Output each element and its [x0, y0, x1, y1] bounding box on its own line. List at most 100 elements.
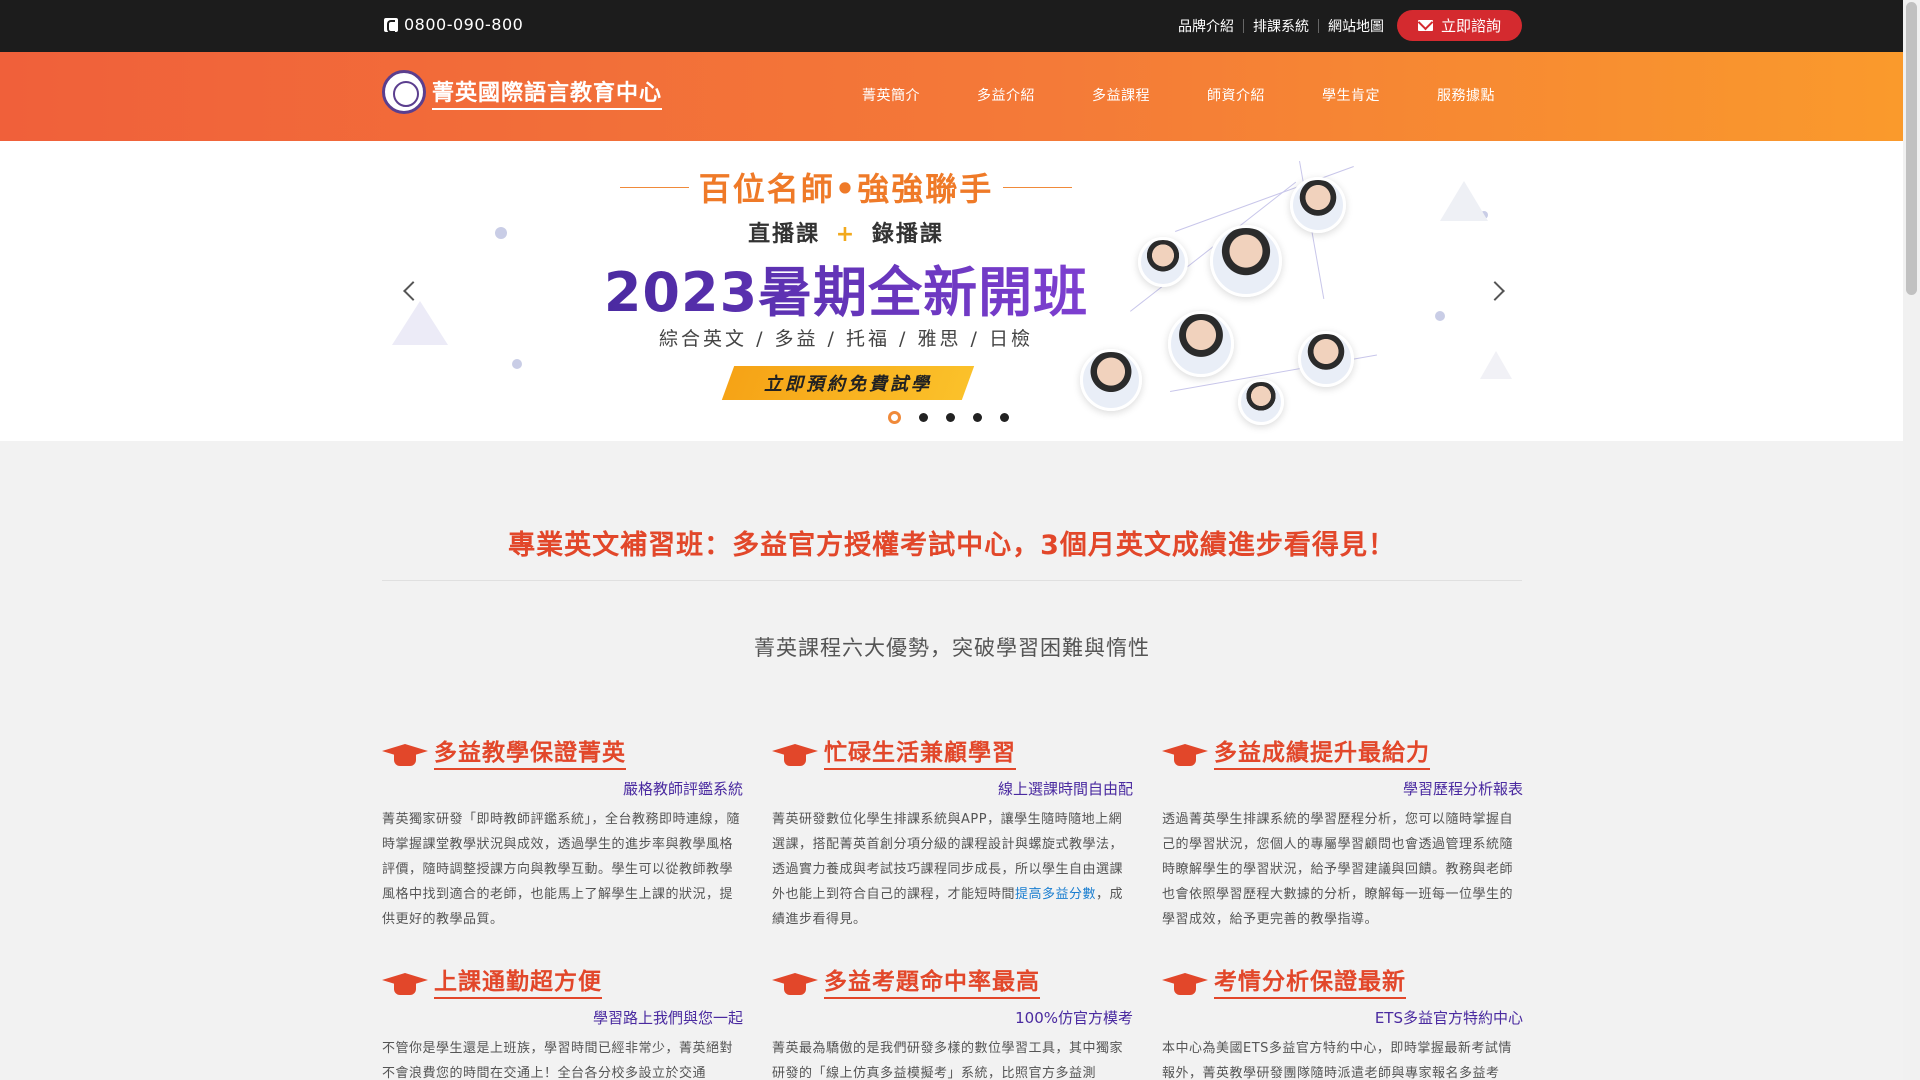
feature-subtitle: 學習路上我們與您一起: [592, 1009, 743, 1027]
hero-carousel: 百位名師•強強聯手 直播課 + 錄播課 2023暑期全新開班 綜合英文 / 多益…: [0, 141, 1903, 441]
phone-number: 0800-090-800: [404, 15, 524, 34]
graduation-cap-icon: [772, 742, 818, 770]
carousel-indicators: [888, 411, 1009, 424]
feature-title[interactable]: 上課通勤超方便: [434, 962, 602, 999]
nav-item-locations[interactable]: 服務據點: [1437, 85, 1552, 105]
decor-dot: [495, 227, 507, 239]
feature-card: 忙碌生活兼顧學習 線上選課時間自由配 菁英研發數位化學生排課系統與APP，讓學生…: [772, 738, 1133, 932]
nav-item-toeic-courses[interactable]: 多益課程: [1092, 85, 1207, 105]
divider: [1318, 19, 1319, 33]
section-divider: [382, 580, 1522, 581]
feature-title[interactable]: 考情分析保證最新: [1214, 962, 1406, 999]
feature-title-row: 多益教學保證菁英: [382, 738, 743, 770]
nav-item-teachers[interactable]: 師資介紹: [1207, 85, 1322, 105]
plus-icon: +: [835, 222, 857, 247]
feature-title-row: 考情分析保證最新: [1162, 967, 1523, 999]
teacher-avatar: [1168, 311, 1234, 377]
feature-title-row: 忙碌生活兼顧學習: [772, 738, 1133, 770]
graduation-cap-icon: [382, 971, 428, 999]
teacher-avatar: [1210, 225, 1282, 297]
graduation-cap-icon: [382, 742, 428, 770]
nav-item-toeic-intro[interactable]: 多益介紹: [977, 85, 1092, 105]
feature-title[interactable]: 多益考題命中率最高: [824, 962, 1040, 999]
logo-emblem-icon: [382, 70, 426, 114]
carousel-dot[interactable]: [973, 413, 982, 422]
consult-button[interactable]: 立即諮詢: [1397, 10, 1522, 41]
page: 0800-090-800 品牌介紹 排課系統 網站地圖 立即諮詢 菁英國際語言教…: [0, 0, 1903, 1080]
hero-subjects: 綜合英文 / 多益 / 托福 / 雅思 / 日檢: [659, 328, 1033, 350]
top-link-schedule[interactable]: 排課系統: [1253, 16, 1309, 36]
carousel-dot[interactable]: [888, 411, 901, 424]
top-links: 品牌介紹 排課系統 網站地圖: [1178, 16, 1384, 36]
phone-icon: [384, 17, 398, 33]
feature-title-row: 多益考題命中率最高: [772, 967, 1133, 999]
feature-subtitle: 學習歷程分析報表: [1402, 780, 1523, 798]
hero-title-row: 百位名師•強強聯手: [620, 164, 1072, 210]
hero-sub-live: 直播課: [748, 222, 821, 247]
phone-contact[interactable]: 0800-090-800: [384, 15, 523, 34]
page-scrollbar[interactable]: [1903, 0, 1920, 1080]
feature-card: 多益成績提升最給力 學習歷程分析報表 透過菁英學生排課系統的學習歷程分析，您可以…: [1162, 738, 1523, 932]
feature-subtitle: 線上選課時間自由配: [997, 780, 1133, 798]
feature-card: 多益教學保證菁英 嚴格教師評鑑系統 菁英獨家研發「即時教師評鑑系統」，全台教務即…: [382, 738, 743, 932]
feature-card: 上課通勤超方便 學習路上我們與您一起 不管你是學生還是上班族，學習時間已經非常少…: [382, 967, 743, 1080]
free-trial-label: 立即預約免費試學: [764, 374, 932, 395]
main-nav: 菁英簡介 多益介紹 多益課程 師資介紹 學生肯定 服務據點: [862, 85, 1552, 105]
carousel-dot[interactable]: [919, 413, 928, 422]
teacher-avatar: [1138, 237, 1188, 287]
carousel-prev-icon[interactable]: [403, 281, 423, 301]
feature-title-row: 上課通勤超方便: [382, 967, 743, 999]
site-logo[interactable]: 菁英國際語言教育中心: [382, 70, 663, 114]
feature-subtitle: ETS多益官方特約中心: [1374, 1009, 1523, 1027]
hero-title: 百位名師•強強聯手: [698, 170, 994, 208]
teacher-avatar: [1290, 177, 1346, 233]
feature-body: 菁英研發數位化學生排課系統與APP，讓學生隨時隨地上網選課，搭配菁英首創分項分級…: [772, 807, 1133, 932]
feature-subtitle: 嚴格教師評鑑系統: [622, 780, 743, 798]
carousel-dot[interactable]: [1000, 413, 1009, 422]
graduation-cap-icon: [1162, 971, 1208, 999]
top-link-sitemap[interactable]: 網站地圖: [1328, 16, 1384, 36]
feature-title-row: 多益成績提升最給力: [1162, 738, 1523, 770]
divider: [1243, 19, 1244, 33]
decor-triangle: [392, 301, 448, 345]
section-subheading: 菁英課程六大優勢，突破學習困難與惰性: [754, 636, 1150, 660]
feature-title[interactable]: 忙碌生活兼顧學習: [824, 733, 1016, 770]
hero-sub-recorded: 錄播課: [871, 222, 944, 247]
graduation-cap-icon: [772, 971, 818, 999]
feature-title[interactable]: 多益成績提升最給力: [1214, 733, 1430, 770]
feature-body: 菁英最為驕傲的是我們研發多樣的數位學習工具，其中獨家研發的「線上仿真多益模擬考」…: [772, 1041, 1124, 1080]
toeic-score-link[interactable]: 提高多益分數: [1015, 887, 1096, 902]
top-bar: 0800-090-800 品牌介紹 排課系統 網站地圖 立即諮詢: [0, 0, 1903, 52]
consult-button-label: 立即諮詢: [1440, 17, 1501, 35]
scrollbar-thumb[interactable]: [1906, 2, 1917, 295]
teachers-graphic: [1070, 141, 1377, 441]
nav-item-about[interactable]: 菁英簡介: [862, 85, 977, 105]
section-headline: 專業英文補習班：多益官方授權考試中心，3個月英文成績進步看得見！: [508, 530, 1396, 561]
title-line-left: [620, 186, 689, 188]
feature-body: 透過菁英學生排課系統的學習歷程分析，您可以隨時掌握自己的學習狀況，您個人的專屬學…: [1162, 812, 1514, 927]
feature-body: 不管你是學生還是上班族，學習時間已經非常少，菁英絕對不會浪費您的時間在交通上！全…: [382, 1041, 734, 1080]
feature-card: 多益考題命中率最高 100%仿官方模考 菁英最為驕傲的是我們研發多樣的數位學習工…: [772, 967, 1133, 1080]
site-header: 菁英國際語言教育中心 菁英簡介 多益介紹 多益課程 師資介紹 學生肯定 服務據點: [0, 52, 1903, 141]
teacher-avatar: [1238, 379, 1284, 425]
decor-triangle: [1440, 181, 1488, 221]
feature-title[interactable]: 多益教學保證菁英: [434, 733, 626, 770]
teacher-avatar: [1080, 349, 1142, 411]
free-trial-button[interactable]: 立即預約免費試學: [721, 366, 975, 400]
decor-dot: [512, 359, 522, 369]
decor-dot: [1435, 311, 1445, 321]
top-link-brand[interactable]: 品牌介紹: [1178, 16, 1234, 36]
carousel-next-icon[interactable]: [1485, 281, 1505, 301]
title-line-right: [1003, 186, 1072, 188]
mail-icon: [1417, 20, 1433, 31]
nav-item-testimonials[interactable]: 學生肯定: [1322, 85, 1437, 105]
feature-subtitle: 100%仿官方模考: [1015, 1009, 1133, 1027]
feature-body: 本中心為美國ETS多益官方特約中心，即時掌握最新考試情報外，菁英教學研發團隊隨時…: [1162, 1041, 1512, 1080]
graduation-cap-icon: [1162, 742, 1208, 770]
teacher-avatar: [1298, 331, 1354, 387]
feature-card: 考情分析保證最新 ETS多益官方特約中心 本中心為美國ETS多益官方特約中心，即…: [1162, 967, 1523, 1080]
hero-subtitle: 直播課 + 錄播課: [620, 216, 1072, 248]
feature-body: 菁英獨家研發「即時教師評鑑系統」，全台教務即時連線，隨時掌握課堂教學狀況與成效，…: [382, 812, 741, 927]
logo-text: 菁英國際語言教育中心: [432, 75, 663, 110]
carousel-dot[interactable]: [946, 413, 955, 422]
